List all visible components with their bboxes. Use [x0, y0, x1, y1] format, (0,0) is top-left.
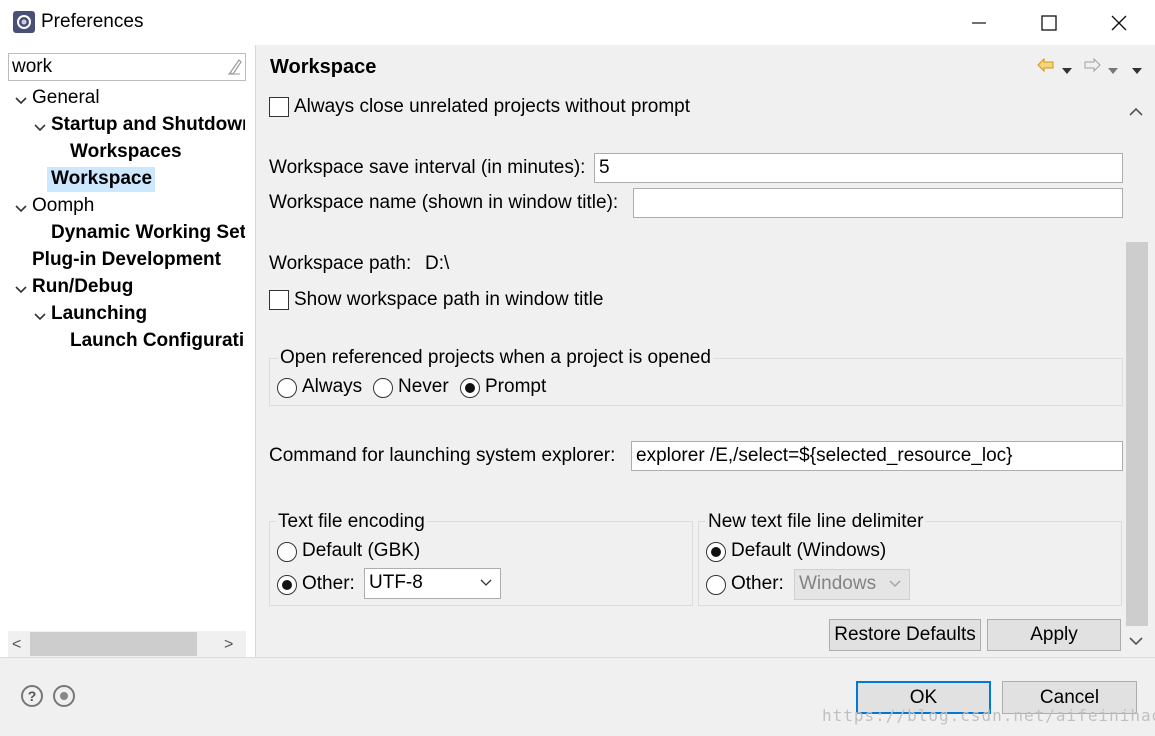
- page-title: Workspace: [270, 56, 377, 78]
- line-delimiter-group-title: New text file line delimiter: [706, 511, 926, 533]
- delimiter-default-radio[interactable]: [706, 542, 726, 562]
- delimiter-select: Windows: [794, 569, 910, 600]
- open-referenced-group-title: Open referenced projects when a project …: [278, 347, 713, 369]
- chevron-down-icon[interactable]: [14, 281, 28, 295]
- tree-item-workspace[interactable]: Workspace: [51, 167, 161, 191]
- workspace-name-label: Workspace name (shown in window title):: [269, 192, 619, 213]
- always-close-checkbox[interactable]: [269, 97, 289, 117]
- back-menu-chevron-icon[interactable]: [1061, 59, 1073, 81]
- chevron-down-icon[interactable]: [33, 119, 47, 133]
- watermark-text: https://blog.csdn.net/aifeinihao: [822, 706, 1155, 725]
- scroll-down-icon[interactable]: [1129, 630, 1143, 652]
- tree-item-startup-shutdown[interactable]: Startup and Shutdown: [51, 113, 245, 137]
- encoding-other-radio[interactable]: [277, 575, 297, 595]
- tree-item-run-debug[interactable]: Run/Debug: [32, 275, 245, 299]
- maximize-button[interactable]: [1014, 0, 1084, 45]
- maximize-icon: [1041, 14, 1057, 31]
- encoding-default-radio[interactable]: [277, 542, 297, 562]
- delimiter-other-label: Other:: [731, 573, 784, 594]
- filter-input-value: work: [12, 56, 53, 77]
- show-path-label: Show workspace path in window title: [294, 289, 604, 310]
- tree-item-oomph[interactable]: Oomph: [32, 194, 252, 218]
- encoding-other-label: Other:: [302, 573, 355, 594]
- open-ref-always-radio[interactable]: [277, 378, 297, 398]
- eclipse-app-icon: [12, 10, 36, 34]
- open-ref-never-radio[interactable]: [373, 378, 393, 398]
- content-scrollbar-thumb[interactable]: [1126, 242, 1148, 626]
- tree-item-plugin-development[interactable]: Plug-in Development: [32, 248, 245, 272]
- view-menu-chevron-icon[interactable]: [1131, 59, 1143, 81]
- minimize-icon: [972, 21, 986, 24]
- forward-arrow-icon[interactable]: [1083, 56, 1101, 78]
- open-ref-prompt-label: Prompt: [485, 376, 547, 397]
- chevron-down-icon[interactable]: [14, 200, 28, 214]
- workspace-name-input[interactable]: [633, 188, 1123, 218]
- scroll-left-icon[interactable]: <: [12, 636, 21, 654]
- delimiter-select-value: Windows: [799, 573, 877, 594]
- chevron-down-icon[interactable]: [14, 92, 28, 106]
- open-ref-always-label: Always: [302, 376, 363, 397]
- help-icon[interactable]: ?: [21, 685, 43, 707]
- encoding-select-value: UTF-8: [369, 572, 423, 593]
- scroll-right-icon[interactable]: >: [224, 636, 233, 654]
- delimiter-other-radio[interactable]: [706, 575, 726, 595]
- back-arrow-icon[interactable]: [1037, 56, 1055, 78]
- close-button[interactable]: [1084, 0, 1154, 45]
- open-ref-prompt-radio[interactable]: [460, 378, 480, 398]
- tree-item-workspaces[interactable]: Workspaces: [70, 140, 245, 164]
- forward-menu-chevron-icon[interactable]: [1107, 59, 1119, 81]
- tree-scrollbar-thumb[interactable]: [30, 632, 197, 656]
- delimiter-default-label: Default (Windows): [731, 540, 887, 561]
- apply-button[interactable]: Apply: [987, 619, 1121, 651]
- open-ref-never-label: Never: [398, 376, 449, 397]
- workspace-path-label: Workspace path:: [269, 253, 412, 274]
- window-title: Preferences: [41, 11, 144, 32]
- oomph-record-icon[interactable]: [53, 685, 75, 707]
- tree-item-dynamic-working-sets[interactable]: Dynamic Working Sets: [51, 221, 245, 245]
- tree-item-general[interactable]: General: [32, 86, 252, 110]
- encoding-select[interactable]: UTF-8: [364, 568, 501, 599]
- save-interval-input[interactable]: 5: [594, 153, 1123, 183]
- close-icon: [1111, 15, 1127, 30]
- explorer-command-label: Command for launching system explorer:: [269, 445, 616, 466]
- restore-defaults-button[interactable]: Restore Defaults: [829, 619, 981, 651]
- eraser-icon[interactable]: [226, 57, 242, 75]
- tree-item-launch-configurations[interactable]: Launch Configurations: [70, 329, 245, 353]
- chevron-down-icon: [480, 579, 492, 586]
- encoding-default-label: Default (GBK): [302, 540, 421, 561]
- footer-separator: [0, 657, 1155, 658]
- tree-item-launching[interactable]: Launching: [51, 302, 245, 326]
- workspace-path-value: D:\: [425, 253, 450, 274]
- scroll-up-icon[interactable]: [1129, 101, 1143, 123]
- explorer-command-input[interactable]: explorer /E,/select=${selected_resource_…: [631, 441, 1123, 471]
- show-path-checkbox[interactable]: [269, 290, 289, 310]
- chevron-down-icon[interactable]: [33, 308, 47, 322]
- minimize-button[interactable]: [944, 0, 1014, 45]
- chevron-down-icon: [889, 580, 901, 587]
- always-close-label: Always close unrelated projects without …: [294, 96, 691, 117]
- text-encoding-group-title: Text file encoding: [276, 511, 427, 533]
- save-interval-label: Workspace save interval (in minutes):: [269, 157, 586, 178]
- panel-divider[interactable]: [255, 45, 256, 657]
